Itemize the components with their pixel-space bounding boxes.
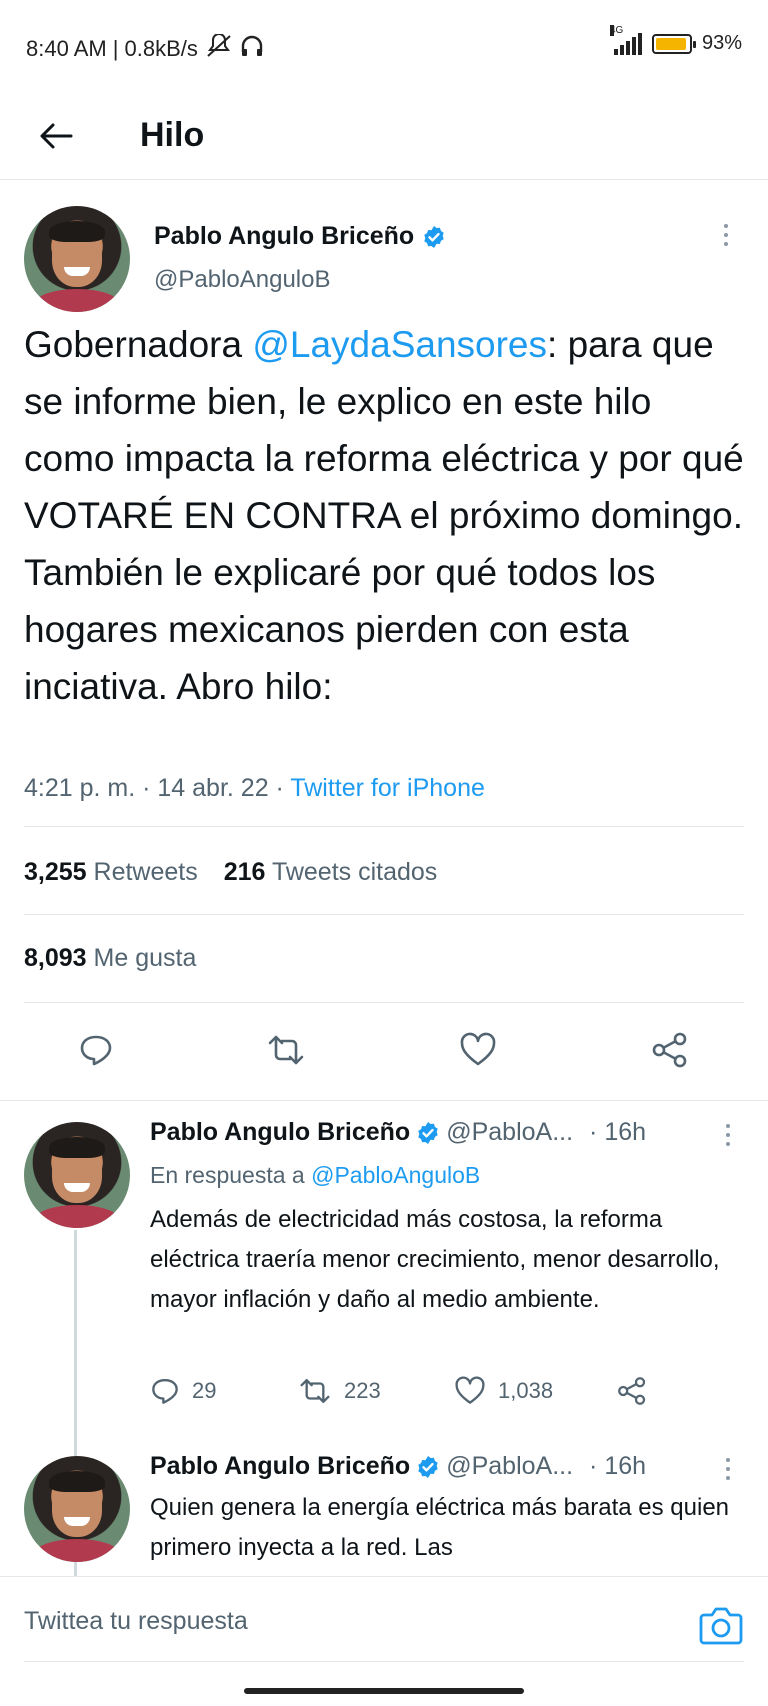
tweet-timestamp: 4:21 p. m. · 14 abr. 22 · bbox=[24, 774, 291, 802]
more-options-icon[interactable] bbox=[722, 224, 730, 246]
back-button[interactable] bbox=[34, 114, 78, 158]
retweet-button[interactable] bbox=[266, 1030, 306, 1070]
camera-button[interactable] bbox=[698, 1603, 744, 1647]
in-reply-prefix: En respuesta a bbox=[150, 1162, 312, 1188]
network-speed: | 0.8kB/s bbox=[112, 36, 198, 61]
like-button[interactable]: 1,038 bbox=[454, 1376, 616, 1406]
more-options-icon[interactable] bbox=[724, 1124, 732, 1146]
retweets-count: 3,255 bbox=[24, 858, 87, 886]
camera-icon bbox=[699, 1607, 743, 1645]
share-button[interactable] bbox=[650, 1030, 690, 1070]
signal-icon: 4G bbox=[609, 24, 642, 55]
reply-avatar[interactable] bbox=[24, 1456, 130, 1562]
quotes-label: Tweets citados bbox=[271, 858, 438, 886]
like-count: 1,038 bbox=[498, 1378, 554, 1403]
verified-badge-icon bbox=[418, 1455, 438, 1478]
quotes-stat[interactable]: 216 Tweets citados bbox=[224, 858, 438, 887]
network-type: 4G bbox=[609, 24, 624, 36]
page-title: Hilo bbox=[140, 116, 205, 154]
reply-avatar[interactable] bbox=[24, 1122, 130, 1228]
divider bbox=[24, 826, 744, 827]
in-reply-to: En respuesta a @PabloAnguloB bbox=[150, 1162, 480, 1189]
headphones-icon bbox=[240, 34, 264, 64]
likes-label: Me gusta bbox=[93, 944, 197, 972]
arrow-left-icon bbox=[40, 123, 73, 149]
home-indicator bbox=[244, 1688, 524, 1694]
battery-percent: 93% bbox=[701, 32, 742, 54]
mention-link[interactable]: @LaydaSansores bbox=[252, 324, 547, 365]
reply-button[interactable] bbox=[76, 1030, 116, 1070]
reply-header: Pablo Angulo Briceño @PabloA... · 16h bbox=[150, 1118, 646, 1147]
tweet-meta: 4:21 p. m. · 14 abr. 22 · Twitter for iP… bbox=[24, 774, 485, 803]
divider bbox=[24, 914, 744, 915]
share-icon bbox=[652, 1032, 687, 1068]
reply-time: · 16h bbox=[589, 1118, 647, 1146]
quotes-count: 216 bbox=[223, 858, 266, 886]
author-name-text: Pablo Angulo Briceño bbox=[154, 222, 415, 250]
retweet-count: 223 bbox=[344, 1378, 381, 1403]
retweet-button[interactable]: 223 bbox=[298, 1376, 454, 1406]
tweet-text-part: : para que se informe bien, le explico e… bbox=[24, 324, 744, 707]
author-name[interactable]: Pablo Angulo Briceño bbox=[154, 222, 446, 251]
retweet-icon bbox=[268, 1035, 304, 1065]
reply-header: Pablo Angulo Briceño @PabloA... · 16h bbox=[150, 1452, 646, 1481]
reply-icon bbox=[152, 1379, 178, 1404]
verified-badge-icon bbox=[424, 225, 444, 248]
divider bbox=[24, 1002, 744, 1003]
thread-connector bbox=[74, 1230, 77, 1456]
mute-icon bbox=[204, 33, 234, 64]
like-button[interactable] bbox=[458, 1030, 498, 1070]
top-app-bar: Hilo bbox=[0, 96, 768, 180]
reply-count: 29 bbox=[192, 1378, 217, 1403]
reply-button[interactable]: 29 bbox=[150, 1376, 298, 1406]
reply-author-name[interactable]: Pablo Angulo Briceño bbox=[150, 1452, 410, 1481]
battery-icon bbox=[651, 33, 696, 54]
reply-composer: Twittea tu respuesta bbox=[0, 1576, 768, 1676]
avatar[interactable] bbox=[24, 206, 130, 312]
heart-icon bbox=[460, 1032, 496, 1066]
status-bar: 8:40 AM | 0.8kB/s 4G 93% bbox=[0, 0, 768, 96]
heart-icon bbox=[455, 1376, 485, 1404]
reply-time: · 16h bbox=[589, 1452, 647, 1480]
reply-actions: 29 223 1,038 bbox=[150, 1376, 648, 1406]
verified-badge-icon bbox=[418, 1121, 438, 1144]
divider bbox=[0, 1100, 768, 1101]
reply-text: Además de electricidad más costosa, la r… bbox=[150, 1206, 720, 1313]
status-time: 8:40 AM bbox=[26, 36, 107, 61]
share-button[interactable] bbox=[616, 1376, 648, 1406]
tweet-text-part: Gobernadora bbox=[24, 324, 253, 365]
retweets-stat[interactable]: 3,255 Retweets bbox=[24, 858, 198, 887]
retweet-icon bbox=[300, 1379, 330, 1403]
more-options-icon[interactable] bbox=[724, 1458, 732, 1480]
reply-input[interactable]: Twittea tu respuesta bbox=[24, 1607, 248, 1636]
likes-count: 8,093 bbox=[24, 944, 87, 972]
reply-icon bbox=[80, 1035, 112, 1066]
share-icon bbox=[618, 1377, 646, 1405]
thread-connector bbox=[74, 1562, 77, 1576]
likes-stat[interactable]: 8,093 Me gusta bbox=[24, 944, 196, 973]
author-handle[interactable]: @PabloAnguloB bbox=[154, 266, 330, 294]
tweet-actions bbox=[0, 1030, 768, 1078]
reply-author-handle[interactable]: @PabloA... bbox=[446, 1118, 573, 1147]
reply-text: Quien genera la energía eléctrica más ba… bbox=[150, 1494, 730, 1561]
tweet-source-link[interactable]: Twitter for iPhone bbox=[290, 774, 485, 802]
divider bbox=[24, 1661, 744, 1662]
reply-author-name[interactable]: Pablo Angulo Briceño bbox=[150, 1118, 410, 1147]
reply-author-handle[interactable]: @PabloA... bbox=[446, 1452, 573, 1481]
tweet-stats: 3,255 Retweets 216 Tweets citados bbox=[24, 858, 437, 887]
tweet-text: Gobernadora @LaydaSansores: para que se … bbox=[24, 316, 744, 715]
in-reply-handle-link[interactable]: @PabloAnguloB bbox=[311, 1162, 480, 1188]
retweets-label: Retweets bbox=[93, 858, 198, 886]
